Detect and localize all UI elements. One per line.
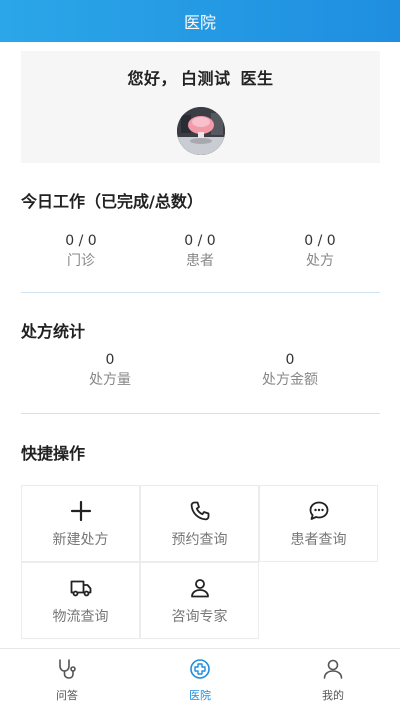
tab-qa[interactable]: 问答: [17, 657, 117, 703]
stat-prescription-count[interactable]: 0 处方量: [50, 351, 170, 391]
appointment-query-button[interactable]: 预约查询: [140, 485, 259, 562]
stethoscope-icon: [59, 659, 76, 679]
appointment-query-label: 预约查询: [171, 531, 228, 548]
user-icon: [190, 578, 209, 597]
stat-prescriptions-value: 0 / 0: [304, 233, 336, 249]
consult-expert-button[interactable]: 咨询专家: [140, 562, 259, 639]
phone-icon: [190, 501, 209, 520]
greeting-card: 您好， 白测试 医生: [21, 51, 380, 163]
avatar[interactable]: [177, 107, 225, 155]
divider: [21, 413, 380, 414]
divider: [21, 292, 380, 293]
truck-icon: [70, 580, 91, 596]
patient-query-button[interactable]: 患者查询: [259, 485, 378, 562]
prescription-stats-title: 处方统计: [21, 322, 86, 341]
tab-mine-label: 我的: [322, 689, 344, 702]
doctor-name: 白测试: [180, 69, 231, 88]
stat-prescription-amount-label: 处方金额: [262, 372, 318, 388]
tab-mine[interactable]: 我的: [283, 657, 383, 703]
bottom-tab-bar: 问答 医院 我的: [0, 648, 400, 712]
greeting-text: 您好， 白测试 医生: [21, 65, 380, 89]
stat-patients[interactable]: 0 / 0 患者: [140, 232, 260, 272]
greeting-hello: 您好，: [127, 69, 177, 88]
stat-prescription-amount-value: 0: [285, 352, 295, 368]
hospital-cross-icon: [190, 659, 210, 679]
quick-actions-title: 快捷操作: [21, 444, 86, 463]
stat-prescription-count-label: 处方量: [89, 372, 131, 388]
avatar-image: [177, 107, 225, 155]
today-work-title: 今日工作（已完成/总数）: [21, 192, 203, 211]
stat-outpatient-label: 门诊: [67, 253, 95, 269]
tab-hospital-label: 医院: [189, 689, 211, 702]
tab-hospital[interactable]: 医院: [150, 657, 250, 703]
consult-expert-label: 咨询专家: [171, 608, 228, 625]
logistics-query-label: 物流查询: [52, 608, 109, 625]
stat-patients-label: 患者: [186, 253, 214, 269]
stat-patients-value: 0 / 0: [184, 233, 216, 249]
stat-outpatient-value: 0 / 0: [65, 233, 97, 249]
page-title: 医院: [183, 13, 216, 32]
tab-qa-label: 问答: [56, 689, 78, 702]
chat-icon: [309, 501, 328, 520]
logistics-query-button[interactable]: 物流查询: [21, 562, 140, 639]
new-prescription-button[interactable]: 新建处方: [21, 485, 140, 562]
quick-actions-grid: 新建处方 预约查询 患者查询 物流查询 咨询专家: [21, 485, 380, 640]
doctor-role: 医生: [240, 69, 274, 88]
stat-prescription-amount[interactable]: 0 处方金额: [230, 351, 350, 391]
stat-prescriptions-label: 处方: [306, 253, 334, 269]
plus-icon: [70, 500, 91, 521]
profile-icon: [323, 659, 343, 679]
stat-prescription-count-value: 0: [105, 352, 115, 368]
stat-outpatient[interactable]: 0 / 0 门诊: [21, 232, 141, 272]
stat-prescriptions[interactable]: 0 / 0 处方: [260, 232, 380, 272]
app-header: 医院: [0, 0, 400, 42]
new-prescription-label: 新建处方: [52, 531, 109, 548]
patient-query-label: 患者查询: [290, 531, 347, 548]
